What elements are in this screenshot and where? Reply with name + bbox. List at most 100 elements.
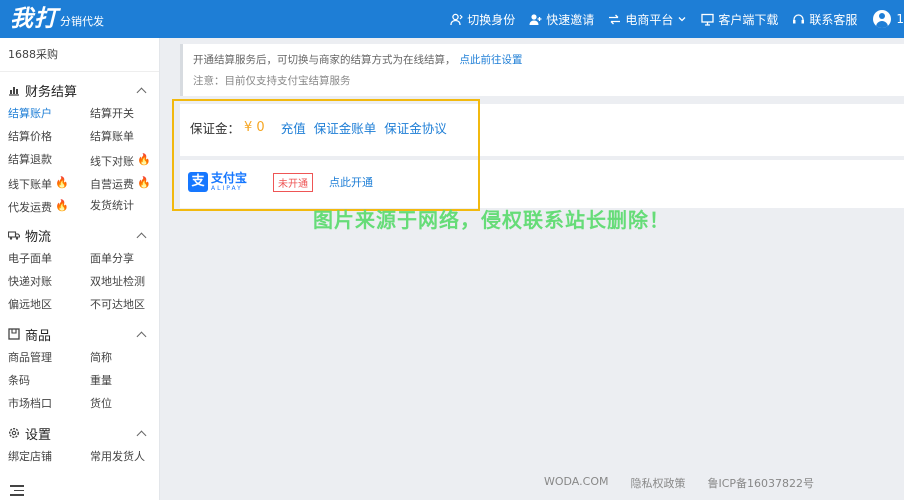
sidebar-item-label: 线下账单 <box>8 178 52 191</box>
alipay-logo-en: ALIPAY <box>211 185 243 192</box>
sidebar-section-header[interactable]: 物流 <box>0 223 159 247</box>
sidebar-item-dual-address-check[interactable]: 双地址检测 <box>90 270 160 293</box>
chevron-up-icon <box>136 87 147 97</box>
sidebar-item-express-reconcile[interactable]: 快递对账 <box>8 270 90 293</box>
fire-icon: 🔥 <box>137 176 151 189</box>
sidebar-section-title: 物流 <box>25 229 52 245</box>
box-icon <box>8 328 20 340</box>
fire-icon: 🔥 <box>137 153 151 166</box>
sidebar-item-unreachable-area[interactable]: 不可达地区 <box>90 293 160 316</box>
truck-icon <box>8 231 20 240</box>
sidebar-section-title: 商品 <box>25 328 52 344</box>
chevron-up-icon <box>136 331 147 341</box>
status-badge: 未开通 <box>273 172 314 192</box>
logo-sub: 分销代发 <box>60 15 104 28</box>
bar-chart-icon <box>9 87 19 96</box>
sidebar-item-product-management[interactable]: 商品管理 <box>8 346 90 369</box>
go-settings-link[interactable]: 点此前往设置 <box>460 54 523 66</box>
top-nav: 切换身份 快速邀请 电商平台 客户端下载 联系客服 1 <box>436 0 904 38</box>
deposit-row: 保证金： ¥ 0 充值 保证金账单 保证金协议 <box>190 118 455 137</box>
nav-ecommerce-platform[interactable]: 电商平台 <box>608 11 687 28</box>
sidebar-item-bind-shop[interactable]: 绑定店铺 <box>8 445 90 468</box>
deposit-bill-link[interactable]: 保证金账单 <box>314 118 377 137</box>
nav-label: 快速邀请 <box>546 12 595 27</box>
user-menu[interactable]: 1 <box>873 10 904 28</box>
sidebar-item-offline-bill[interactable]: 线下账单 🔥 <box>8 171 90 194</box>
sidebar-section-header[interactable]: 设置 <box>0 421 159 445</box>
brand-logo[interactable]: 我打 分销代发 <box>10 6 104 32</box>
sidebar-item-common-sender[interactable]: 常用发货人 <box>90 445 160 468</box>
monitor-icon <box>701 13 714 26</box>
sidebar-item-weight[interactable]: 重量 <box>90 369 160 392</box>
sidebar-section-header[interactable]: 商品 <box>0 322 159 346</box>
sidebar-section-logistics: 物流 电子面单 面单分享 快递对账 双地址检测 偏远地区 不可达地区 <box>0 217 159 316</box>
sidebar-item-settlement-refund[interactable]: 结算退款 <box>8 148 90 171</box>
fire-icon: 🔥 <box>55 199 69 212</box>
sidebar-item-shipping-stats[interactable]: 发货统计 <box>90 194 160 217</box>
exchange-icon <box>609 14 621 24</box>
user-label: 1 <box>896 12 904 26</box>
menu-collapse-icon[interactable] <box>10 485 24 497</box>
settlement-account-panel: 保证金： ¥ 0 充值 保证金账单 保证金协议 支 支付宝 ALIPAY 未开通… <box>180 104 904 208</box>
sidebar-item-label: 线下对账 <box>90 155 134 168</box>
logo-main: 我打 <box>10 5 58 32</box>
sidebar-section-settings: 设置 绑定店铺 常用发货人 <box>0 415 159 468</box>
sidebar-item-settlement-bill[interactable]: 结算账单 <box>90 125 160 148</box>
fire-icon: 🔥 <box>55 176 69 189</box>
sidebar-item-settlement-price[interactable]: 结算价格 <box>8 125 90 148</box>
recharge-link[interactable]: 充值 <box>281 118 306 137</box>
sidebar-section-header[interactable]: 财务结算 <box>0 78 159 102</box>
notice-line: 开通结算服务后，可切换与商家的结算方式为在线结算， 点此前往设置 <box>193 51 894 69</box>
sidebar-item-market-stall[interactable]: 市场档口 <box>8 392 90 415</box>
avatar <box>873 10 892 28</box>
sidebar-section-title: 设置 <box>25 427 52 443</box>
sidebar-item-e-waybill[interactable]: 电子面单 <box>8 247 90 270</box>
deposit-agreement-link[interactable]: 保证金协议 <box>384 118 447 137</box>
user-add-icon <box>529 13 542 25</box>
sidebar-item-1688-purchase[interactable]: 1688采购 <box>0 38 159 72</box>
alipay-logo-cn: 支付宝 <box>211 171 248 185</box>
footer: WODA.COM 隐私权政策 鲁ICP备16037822号 <box>544 475 836 491</box>
footer-site-link[interactable]: WODA.COM <box>544 475 608 491</box>
nav-label: 切换身份 <box>467 12 516 27</box>
nav-contact-support[interactable]: 联系客服 <box>792 11 857 28</box>
sidebar-item-remote-area[interactable]: 偏远地区 <box>8 293 90 316</box>
nav-quick-invite[interactable]: 快速邀请 <box>529 11 594 28</box>
deposit-amount: ¥ 0 <box>244 120 265 135</box>
nav-switch-identity[interactable]: 切换身份 <box>450 11 515 28</box>
alipay-logo: 支 支付宝 ALIPAY <box>188 172 247 192</box>
watermark-text: 图片来源于网络，侵权联系站长删除！ <box>313 208 670 232</box>
sidebar-item-dropship-freight[interactable]: 代发运费 🔥 <box>8 194 90 217</box>
chevron-up-icon <box>136 232 147 242</box>
sidebar-item-short-name[interactable]: 简称 <box>90 346 160 369</box>
nav-client-download[interactable]: 客户端下载 <box>701 11 778 28</box>
nav-label: 联系客服 <box>809 12 858 27</box>
gear-icon <box>8 427 20 439</box>
notice-note: 注意：目前仅支持支付宝结算服务 <box>193 75 351 87</box>
settlement-notice: 开通结算服务后，可切换与商家的结算方式为在线结算， 点此前往设置 注意：目前仅支持… <box>180 44 904 96</box>
sidebar-item-label: 自营运费 <box>90 178 134 191</box>
nav-label: 客户端下载 <box>718 12 779 27</box>
sidebar-item-cargo-location[interactable]: 货位 <box>90 392 160 415</box>
sidebar-item-settlement-switch[interactable]: 结算开关 <box>90 102 160 125</box>
sidebar-item-settlement-account[interactable]: 结算账户 <box>8 102 90 125</box>
open-alipay-link[interactable]: 点此开通 <box>329 174 373 190</box>
top-header: 我打 分销代发 切换身份 快速邀请 电商平台 客户端下载 联系客服 1 <box>0 0 904 38</box>
chevron-down-icon <box>678 17 686 22</box>
sidebar-item-barcode[interactable]: 条码 <box>8 369 90 392</box>
nav-label: 电商平台 <box>625 12 674 27</box>
sidebar-item-offline-reconcile[interactable]: 线下对账 🔥 <box>90 148 160 171</box>
sidebar-section-products: 商品 商品管理 简称 条码 重量 市场档口 货位 <box>0 316 159 415</box>
headset-icon <box>793 13 805 23</box>
divider <box>180 156 904 160</box>
sidebar-item-self-freight[interactable]: 自营运费 🔥 <box>90 171 160 194</box>
sidebar: 1688采购 财务结算 结算账户 结算开关 结算价格 结算账单 结算退款 线下对… <box>0 38 160 500</box>
sidebar-item-waybill-share[interactable]: 面单分享 <box>90 247 160 270</box>
sidebar-section-finance: 财务结算 结算账户 结算开关 结算价格 结算账单 结算退款 线下对账 🔥 线下账单… <box>0 72 159 217</box>
sidebar-item-label: 代发运费 <box>8 201 52 214</box>
notice-text: 开通结算服务后，可切换与商家的结算方式为在线结算， <box>193 54 456 66</box>
alipay-row: 支 支付宝 ALIPAY 未开通 点此开通 <box>188 172 373 192</box>
footer-privacy-link[interactable]: 隐私权政策 <box>630 475 685 491</box>
chevron-up-icon <box>136 430 147 440</box>
footer-icp-link[interactable]: 鲁ICP备16037822号 <box>707 475 814 491</box>
